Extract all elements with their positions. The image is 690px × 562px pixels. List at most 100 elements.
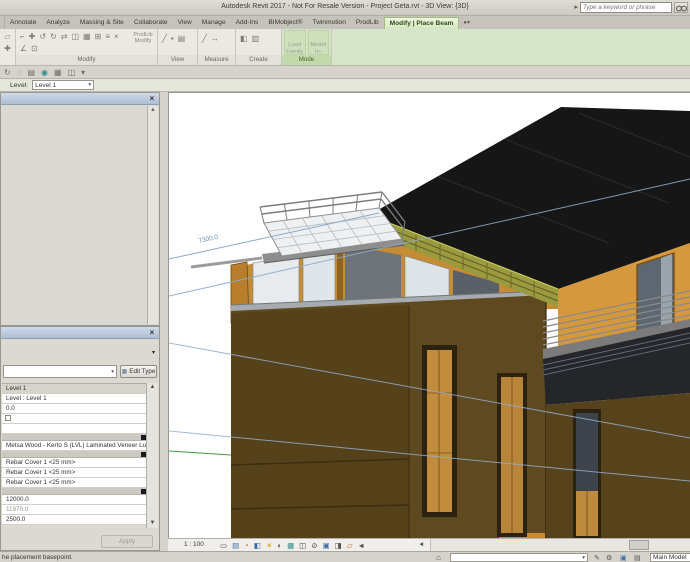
property-row[interactable]: Rebar Cover 1 <25 mm> xyxy=(2,458,147,468)
close-icon[interactable]: × xyxy=(147,328,157,338)
apply-button[interactable]: Apply xyxy=(101,535,153,548)
modify-tool-icon[interactable]: ◫ xyxy=(71,32,79,42)
level-dropdown[interactable]: Level 1 ▾ xyxy=(32,80,94,90)
close-icon[interactable]: × xyxy=(147,94,157,104)
quick-toolbar-icon[interactable]: ◫ xyxy=(68,68,76,77)
type-selector-dropdown[interactable]: ▾ xyxy=(3,365,117,378)
view-control-icon[interactable]: ▭ xyxy=(220,541,227,550)
property-row[interactable]: Level : Level 1 xyxy=(2,394,147,404)
view-control-icon[interactable]: ▤ xyxy=(232,541,239,550)
modify-tool-icon[interactable]: ↺ xyxy=(39,32,46,42)
property-row[interactable]: Metsa Wood - Kerto S (LVL) Laminated Ven… xyxy=(2,441,147,451)
mode-button[interactable]: Model In-place xyxy=(308,30,330,55)
property-row[interactable]: 11970.0 xyxy=(2,505,147,515)
quick-toolbar-icon[interactable]: ◌ xyxy=(17,68,22,77)
palette-header[interactable]: × xyxy=(1,93,159,105)
search-binoculars-icon[interactable] xyxy=(674,2,688,13)
scroll-up-icon[interactable]: ▲ xyxy=(148,106,158,115)
modify-tool-icon[interactable]: ⊞ xyxy=(95,32,102,42)
modify-tool-icon[interactable]: ∠ xyxy=(20,44,27,54)
modify-tool-icon[interactable]: × xyxy=(114,32,119,42)
modify-tool-icon[interactable]: ✚ xyxy=(29,32,36,42)
scroll-down-icon[interactable]: ▼ xyxy=(147,519,158,528)
view-control-icon[interactable]: ◫ xyxy=(299,541,306,550)
create-tool-icon[interactable]: ◧ xyxy=(240,34,248,43)
panel-label-view[interactable]: View xyxy=(158,55,197,65)
checkbox[interactable] xyxy=(5,415,11,421)
property-row[interactable]: 2500.0 xyxy=(2,515,147,525)
ribbon-tab[interactable]: Manage xyxy=(197,17,231,29)
palette-scrollbar[interactable]: ▲ xyxy=(147,106,158,324)
ribbon-tab[interactable]: Massing & Site xyxy=(75,17,129,29)
window-tall-2[interactable] xyxy=(497,373,527,537)
quick-toolbar-icon[interactable]: ◉ xyxy=(41,68,48,77)
scroll-up-icon[interactable]: ▲ xyxy=(147,383,158,392)
mode-button[interactable]: Load Family xyxy=(284,30,306,55)
ribbon-tab[interactable]: Twinmotion xyxy=(308,17,351,29)
worksets-icon[interactable]: ⌂ xyxy=(436,553,441,562)
window-tall-1[interactable] xyxy=(422,345,457,517)
view-control-icon[interactable]: ◐ xyxy=(278,541,283,550)
panel-label-modify[interactable]: Modify xyxy=(16,55,157,65)
view-control-icon[interactable]: ▱ xyxy=(347,541,353,550)
property-row[interactable] xyxy=(2,488,147,495)
scale-button[interactable]: 1 : 100 xyxy=(184,541,204,548)
infocenter-collapse-icon[interactable]: ▸ xyxy=(574,2,578,13)
view-control-icon[interactable]: ⊘ xyxy=(311,541,317,550)
ribbon-tab[interactable]: Add-Ins xyxy=(231,17,264,29)
quick-toolbar-icon[interactable]: ▦ xyxy=(54,68,62,77)
property-row[interactable]: Rebar Cover 1 <25 mm> xyxy=(2,468,147,478)
modify-tool-icon[interactable]: ▦ xyxy=(83,32,91,42)
quick-toolbar-icon[interactable]: ↻ xyxy=(4,68,11,77)
property-row[interactable] xyxy=(2,434,147,441)
ribbon-tab[interactable]: View xyxy=(173,17,197,29)
dimension-label[interactable]: 7300.0 xyxy=(198,234,219,245)
view-control-icon[interactable]: ◨ xyxy=(335,541,342,550)
modify-tool-icon[interactable]: ↻ xyxy=(50,32,57,42)
ribbon-tool-icon[interactable]: ▱ xyxy=(4,32,10,41)
tab-options-icon[interactable]: ●▾ xyxy=(463,17,470,29)
view-control-icon[interactable]: ◧ xyxy=(254,541,261,550)
prodlib-modify-button[interactable]: ProdLib Modify xyxy=(130,32,156,44)
view-control-icon[interactable]: ☀ xyxy=(266,541,273,550)
ribbon-tab[interactable]: Analyze xyxy=(41,17,74,29)
view-tool-icon[interactable]: ╱ xyxy=(162,34,167,43)
modify-tool-icon[interactable]: ⌐ xyxy=(20,32,25,42)
dock-splitter[interactable] xyxy=(160,92,168,551)
editable-only-icon[interactable]: ✎ xyxy=(594,554,600,562)
panel-label-measure[interactable]: Measure xyxy=(198,55,235,65)
create-tool-icon[interactable]: ▥ xyxy=(252,34,260,43)
property-row[interactable]: 12000.0 xyxy=(2,495,147,505)
view-control-icon[interactable]: ▦ xyxy=(287,541,294,550)
view-tool-icon[interactable]: ▪ xyxy=(171,34,174,43)
view-tool-icon[interactable]: ▤ xyxy=(178,34,186,43)
3d-viewport[interactable]: 7300.0 xyxy=(169,93,690,538)
ribbon-tab[interactable]: BIMobject® xyxy=(263,17,307,29)
property-row[interactable]: Rebar Cover 1 <25 mm> xyxy=(2,478,147,488)
ribbon-tab[interactable]: Annotate xyxy=(5,17,41,29)
grid-scrollbar[interactable]: ▲ ▼ xyxy=(146,383,158,528)
view-control-icon[interactable]: ◔ xyxy=(244,541,249,550)
ribbon-tab[interactable]: Modify | Place Beam xyxy=(384,17,460,29)
quick-toolbar-icon[interactable]: ▾ xyxy=(81,68,85,77)
panel-label-create[interactable]: Create xyxy=(236,55,281,65)
property-row[interactable] xyxy=(2,414,147,424)
worksets-dropdown[interactable]: ▾ xyxy=(450,553,588,562)
property-row[interactable] xyxy=(2,424,147,434)
modify-tool-icon[interactable]: ≡ xyxy=(105,32,110,42)
settings-gear-icon[interactable]: ⚙ xyxy=(606,554,612,562)
ribbon-tab[interactable]: ProdLib xyxy=(351,17,384,29)
lower-wall-right[interactable] xyxy=(546,393,690,538)
drawing-area[interactable]: 7300.0 xyxy=(168,92,690,538)
measure-tool-icon[interactable]: ↔ xyxy=(211,34,219,43)
design-options-icon[interactable]: ▣ xyxy=(620,554,627,562)
search-input[interactable] xyxy=(580,2,672,13)
ribbon-tab[interactable]: Collaborate xyxy=(129,17,173,29)
modify-tool-icon[interactable]: ⊡ xyxy=(31,44,38,54)
edit-type-button[interactable]: ▦ Edit Type xyxy=(120,365,157,378)
exclude-options-icon[interactable]: ▤ xyxy=(634,554,641,562)
palette-caret-icon[interactable]: ▾ xyxy=(152,349,155,356)
measure-tool-icon[interactable]: ╱ xyxy=(202,34,207,43)
properties-header[interactable]: × xyxy=(1,327,159,339)
quick-toolbar-icon[interactable]: ▤ xyxy=(27,68,35,77)
